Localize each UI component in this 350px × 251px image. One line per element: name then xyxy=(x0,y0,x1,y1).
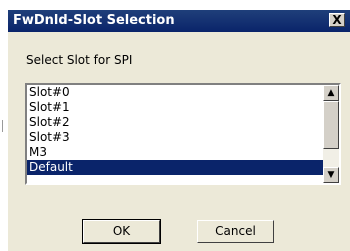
titlebar: FwDnld-Slot Selection X xyxy=(8,10,350,32)
cancel-button[interactable]: Cancel xyxy=(197,220,274,243)
slot-listbox[interactable]: Slot#0 Slot#1 Slot#2 Slot#3 M3 Default ▲… xyxy=(25,83,341,185)
close-icon: X xyxy=(332,13,342,27)
list-item-slot3[interactable]: Slot#3 xyxy=(27,130,323,145)
prompt-label: Select Slot for SPI xyxy=(26,53,133,67)
list-item-slot2[interactable]: Slot#2 xyxy=(27,115,323,130)
scroll-down-button[interactable]: ▼ xyxy=(323,167,339,183)
list-item-m3[interactable]: M3 xyxy=(27,145,323,160)
scroll-thumb[interactable] xyxy=(323,101,339,149)
list-item-default[interactable]: Default xyxy=(27,160,323,175)
list-item-slot0[interactable]: Slot#0 xyxy=(27,85,323,100)
arrow-up-icon: ▲ xyxy=(327,88,335,98)
arrow-down-icon: ▼ xyxy=(327,170,335,180)
scroll-up-button[interactable]: ▲ xyxy=(323,85,339,101)
list-items: Slot#0 Slot#1 Slot#2 Slot#3 M3 Default xyxy=(27,85,323,175)
ok-button[interactable]: OK xyxy=(82,219,161,244)
close-button[interactable]: X xyxy=(329,13,345,27)
slot-selection-dialog: FwDnld-Slot Selection X Select Slot for … xyxy=(8,10,350,251)
dialog-title: FwDnld-Slot Selection xyxy=(13,13,175,28)
vertical-scrollbar[interactable]: ▲ ▼ xyxy=(323,85,339,183)
edge-mark xyxy=(2,120,3,132)
list-item-slot1[interactable]: Slot#1 xyxy=(27,100,323,115)
